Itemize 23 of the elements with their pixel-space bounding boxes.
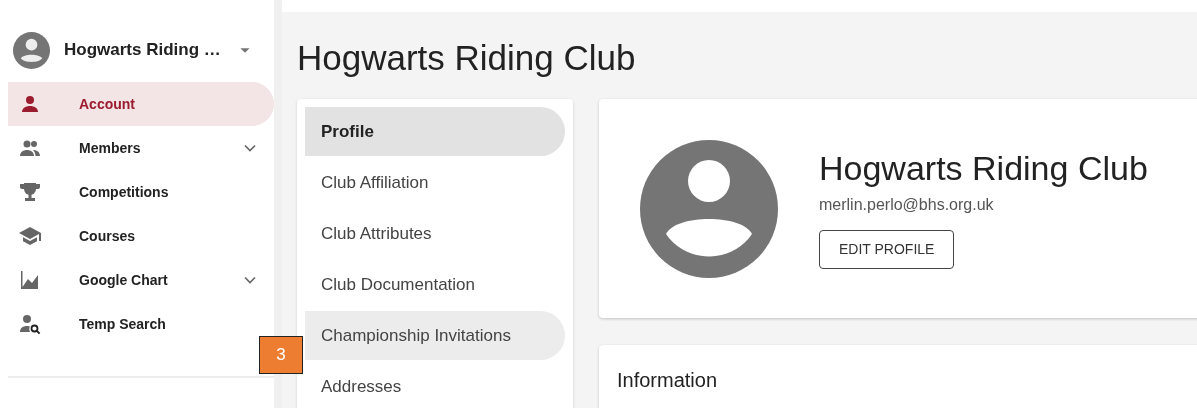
avatar-icon <box>639 138 779 279</box>
submenu-item[interactable]: Club Affiliation <box>305 158 565 207</box>
trophy-icon <box>18 180 42 204</box>
nav-item[interactable]: Google Chart <box>8 258 274 302</box>
submenu-item[interactable]: Championship Invitations <box>305 311 565 360</box>
section-title: Information <box>617 369 719 392</box>
submenu-item[interactable]: Club Attributes <box>305 209 565 258</box>
nav-item[interactable]: Members <box>8 126 274 170</box>
avatar-icon <box>12 30 51 70</box>
edit-profile-button[interactable]: EDIT PROFILE <box>819 229 955 269</box>
submenu-item[interactable]: Addresses <box>305 362 565 408</box>
nav-item[interactable]: Account <box>8 82 274 126</box>
nav-item[interactable]: Competitions <box>8 170 274 214</box>
email-text: merlin.perlo@bhs.org.uk <box>819 195 994 214</box>
account-name[interactable]: Hogwarts Riding … <box>64 40 226 60</box>
callout-badge: 3 <box>259 336 303 374</box>
profile-name: Hogwarts Riding Club <box>819 148 1148 188</box>
nav-item[interactable]: Courses <box>8 214 274 258</box>
person-search-icon <box>18 312 42 336</box>
submenu-item[interactable]: Club Documentation <box>305 260 565 309</box>
page-title: Hogwarts Riding Club <box>297 38 637 78</box>
submenu-item[interactable]: Profile <box>305 107 565 156</box>
graduation-cap-icon <box>18 224 42 248</box>
